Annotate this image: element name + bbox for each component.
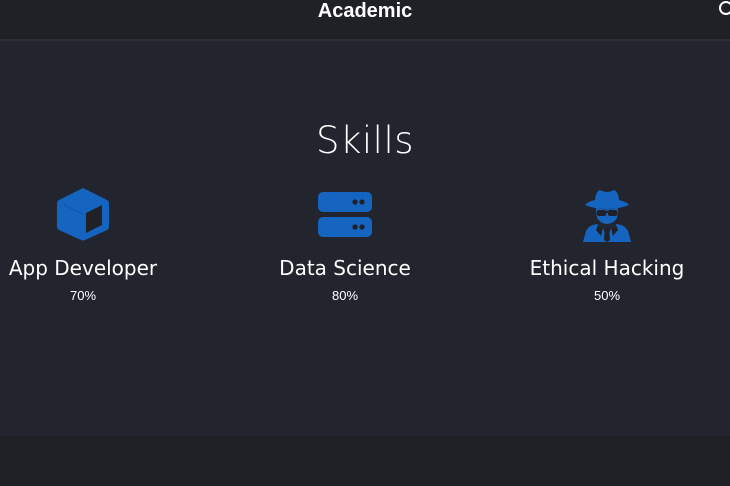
skill-name: App Developer xyxy=(8,256,158,280)
site-title[interactable]: Academic xyxy=(0,0,730,22)
user-secret-icon xyxy=(583,190,631,242)
server-icon xyxy=(318,192,372,237)
skill-app-developer: App Developer 70% xyxy=(0,186,203,304)
skill-percent: 50% xyxy=(593,288,621,303)
skill-ethical-hacking: Ethical Hacking 50% xyxy=(487,186,727,304)
top-nav-bar: Academic xyxy=(0,0,730,41)
search-icon[interactable] xyxy=(718,0,730,18)
section-heading: Skills xyxy=(315,119,415,162)
page: Academic Skills App Developer 70% Data S… xyxy=(0,0,730,486)
footer-band xyxy=(0,436,730,486)
skill-data-science: Data Science 80% xyxy=(225,186,465,304)
skill-percent: 80% xyxy=(331,288,359,303)
cube-icon xyxy=(57,188,109,241)
skills-section: Skills App Developer 70% Data Science 80… xyxy=(0,41,730,436)
skill-name: Ethical Hacking xyxy=(529,256,685,280)
skill-name: Data Science xyxy=(279,256,411,280)
skill-percent: 70% xyxy=(69,288,97,303)
